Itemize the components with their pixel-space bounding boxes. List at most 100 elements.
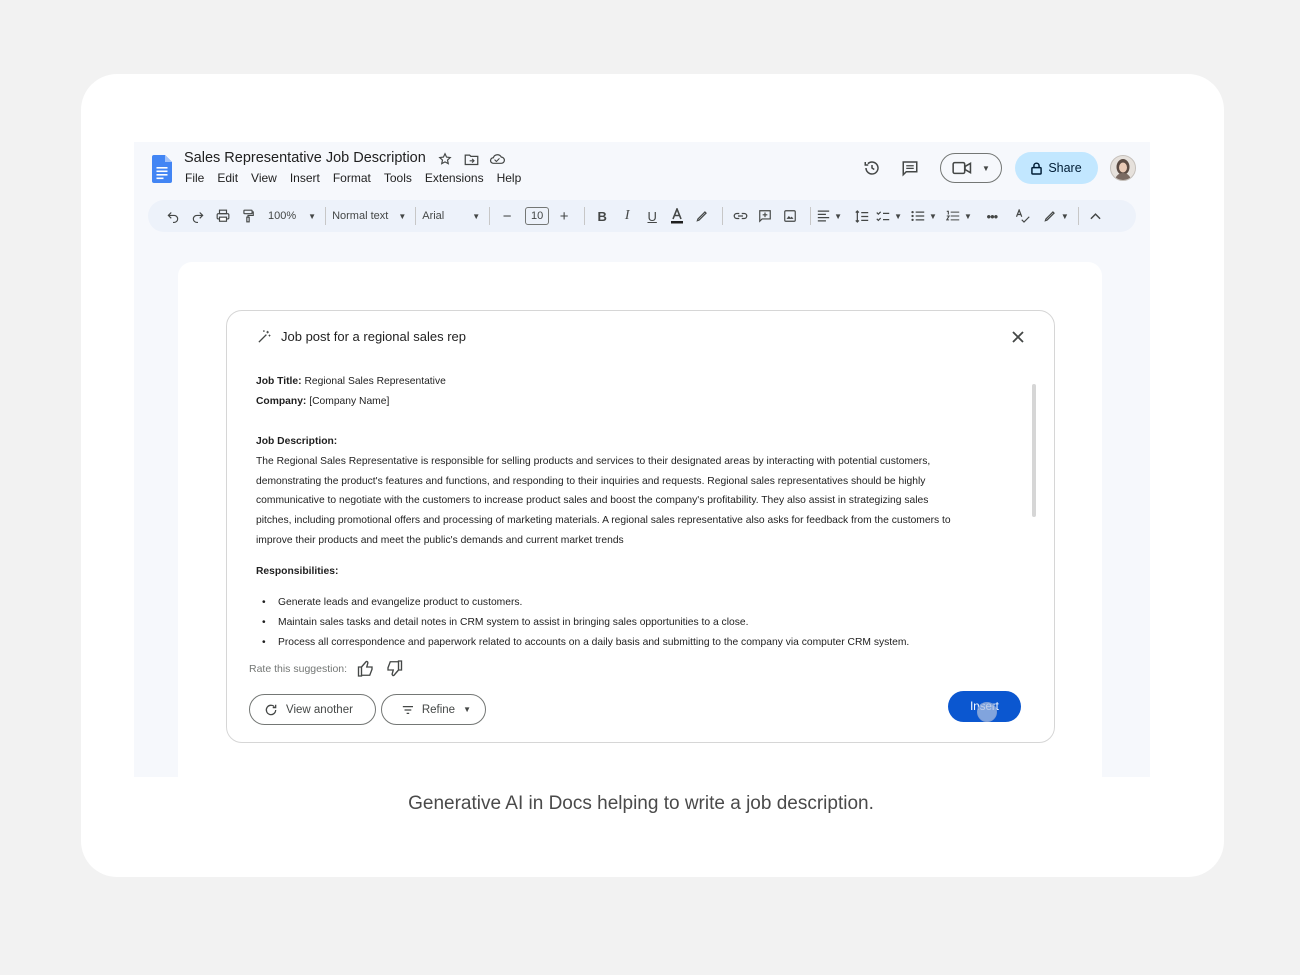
docs-logo-icon[interactable] — [152, 155, 172, 183]
insert-image-icon[interactable] — [779, 204, 801, 228]
undo-icon[interactable] — [162, 204, 184, 228]
print-icon[interactable] — [212, 204, 234, 228]
chevron-up-icon[interactable] — [1085, 204, 1107, 228]
filter-icon — [402, 705, 413, 714]
job-title-value: Regional Sales Representative — [304, 376, 446, 387]
menu-edit[interactable]: Edit — [217, 171, 238, 185]
menu-format[interactable]: Format — [333, 171, 371, 185]
move-folder-icon[interactable] — [462, 151, 480, 167]
more-options-icon[interactable]: ••• — [981, 204, 1003, 228]
style-value: Normal text — [332, 210, 389, 222]
description-heading: Job Description: — [256, 432, 1016, 452]
chevron-down-icon: ▼ — [963, 211, 972, 221]
bullet-icon: • — [262, 616, 266, 628]
star-icon[interactable] — [436, 151, 454, 167]
menu-extensions[interactable]: Extensions — [425, 171, 484, 185]
numbered-list-icon[interactable]: ▼ — [945, 204, 972, 228]
text-color-icon[interactable] — [666, 204, 688, 228]
scrollbar[interactable] — [1032, 384, 1036, 517]
increase-font-size-button[interactable]: + — [553, 204, 575, 228]
menu-insert[interactable]: Insert — [290, 171, 320, 185]
link-icon[interactable] — [729, 204, 751, 228]
divider — [415, 207, 417, 225]
chevron-down-icon: ▼ — [472, 211, 481, 221]
editing-mode-icon[interactable]: ▼ — [1043, 204, 1069, 228]
spellcheck-icon[interactable] — [1012, 204, 1034, 228]
chevron-down-icon: ▼ — [982, 163, 990, 173]
title-actions — [436, 151, 506, 167]
prompt-text: Job post for a regional sales rep — [281, 329, 466, 344]
version-history-icon[interactable] — [860, 156, 884, 180]
document-title[interactable]: Sales Representative Job Description — [184, 150, 426, 166]
thumbs-down-icon[interactable] — [385, 660, 403, 677]
divider — [810, 207, 812, 225]
align-icon[interactable]: ▼ — [817, 204, 842, 228]
refine-button[interactable]: Refine ▼ — [381, 694, 486, 725]
divider — [1077, 207, 1079, 225]
list-item-text: Generate leads and evangelize product to… — [278, 597, 523, 609]
paint-format-icon[interactable] — [237, 204, 259, 228]
chevron-down-icon: ▼ — [463, 705, 471, 714]
italic-icon[interactable]: I — [616, 204, 638, 228]
job-title-label: Job Title: — [256, 376, 302, 387]
help-me-write-panel: Job post for a regional sales rep Job Ti… — [226, 310, 1055, 743]
video-camera-icon — [952, 161, 972, 175]
description-line: communicative to negotiate with the cust… — [256, 495, 929, 507]
menu-view[interactable]: View — [251, 171, 277, 185]
style-select[interactable]: Normal text ▼ — [332, 204, 406, 228]
underline-icon[interactable]: U — [641, 204, 663, 228]
lock-icon — [1031, 162, 1043, 175]
description-line: pitches, including promotional offers an… — [256, 515, 951, 527]
redo-icon[interactable] — [187, 204, 209, 228]
app-header: Sales Representative Job Description Fil… — [134, 142, 1150, 200]
menu-bar: File Edit View Insert Format Tools Exten… — [185, 171, 534, 185]
menu-file[interactable]: File — [185, 171, 204, 185]
refine-label: Refine — [421, 703, 456, 716]
view-another-label: View another — [286, 703, 353, 716]
zoom-select[interactable]: 100% ▼ — [268, 204, 316, 228]
divider — [325, 207, 327, 225]
font-size-input[interactable]: 10 — [525, 207, 550, 225]
job-title-line: Job Title: Regional Sales Representative — [256, 372, 1016, 392]
chevron-down-icon: ▼ — [834, 211, 843, 221]
share-label: Share — [1048, 161, 1082, 175]
font-select[interactable]: Arial ▼ — [422, 204, 480, 228]
zoom-value: 100% — [268, 210, 297, 222]
meet-button[interactable]: ▼ — [940, 153, 1002, 183]
decrease-font-size-button[interactable]: − — [496, 204, 518, 228]
thumbs-up-icon[interactable] — [357, 660, 375, 677]
bulleted-list-icon[interactable]: ▼ — [911, 204, 937, 228]
responsibilities-heading: Responsibilities: — [256, 562, 1016, 582]
menu-help[interactable]: Help — [497, 171, 522, 185]
add-comment-icon[interactable] — [754, 204, 776, 228]
bold-icon[interactable]: B — [591, 204, 613, 228]
checklist-icon[interactable]: ▼ — [876, 204, 902, 228]
list-item-text: Maintain sales tasks and detail notes in… — [278, 616, 749, 628]
company-line: Company: [Company Name] — [256, 392, 1016, 412]
list-item-text: Process all correspondence and paperwork… — [278, 636, 910, 648]
pointer-cursor — [977, 702, 997, 722]
font-value: Arial — [422, 210, 445, 222]
formatting-toolbar: 100% ▼ Normal text ▼ Arial ▼ − 10 + B I U ▼… — [148, 200, 1136, 232]
magic-wand-icon — [258, 330, 271, 343]
comments-icon[interactable] — [898, 156, 922, 180]
view-another-button[interactable]: View another — [249, 694, 376, 725]
avatar[interactable] — [1110, 155, 1136, 181]
close-icon[interactable] — [1010, 329, 1026, 345]
menu-tools[interactable]: Tools — [384, 171, 412, 185]
company-label: Company: — [256, 395, 307, 407]
line-spacing-icon[interactable] — [851, 204, 873, 228]
divider — [489, 207, 491, 225]
divider — [722, 207, 724, 225]
refresh-icon — [265, 704, 277, 715]
highlight-icon[interactable] — [691, 204, 713, 228]
list-item: • Generate leads and evangelize product t… — [256, 593, 1016, 613]
docs-window: Sales Representative Job Description Fil… — [134, 142, 1150, 777]
caption: Generative AI in Docs helping to write a… — [408, 793, 874, 814]
cloud-saved-icon[interactable] — [488, 151, 506, 167]
company-value: [Company Name] — [309, 395, 390, 407]
share-button[interactable]: Share — [1015, 152, 1098, 184]
header-actions: ▼ Share — [860, 152, 1136, 184]
